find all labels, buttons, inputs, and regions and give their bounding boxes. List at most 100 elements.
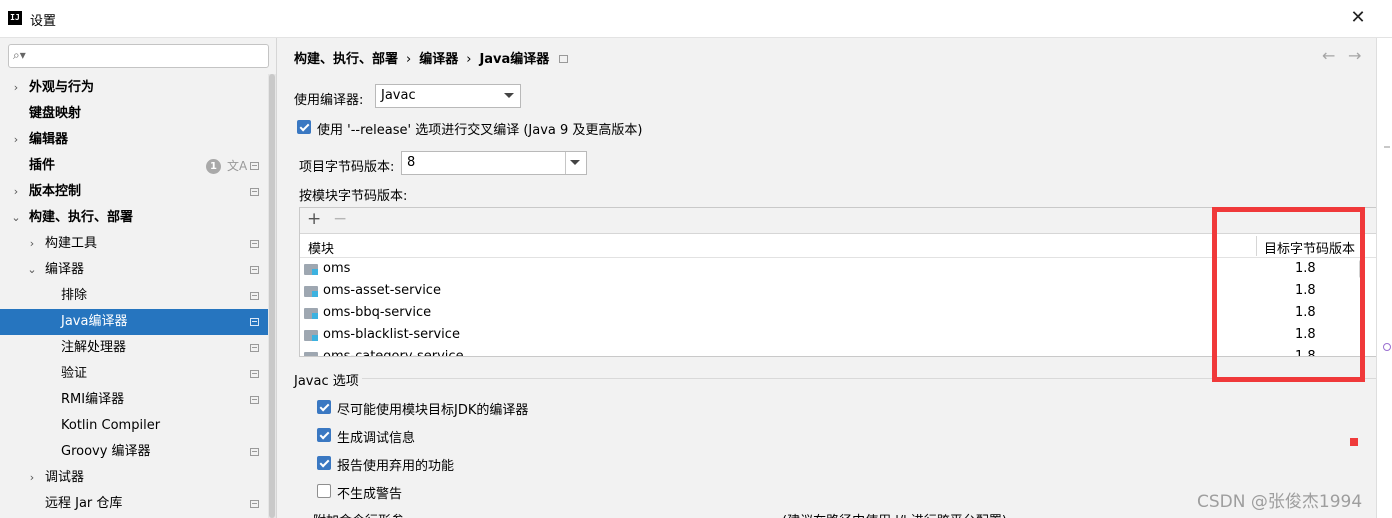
- module-name: oms-category-service: [323, 349, 464, 357]
- javac-section-title: Javac 选项: [294, 374, 359, 389]
- javac-option-checkbox[interactable]: [317, 428, 331, 442]
- javac-option-label: 尽可能使用模块目标JDK的编译器: [337, 403, 529, 418]
- project-bytecode-value: 8: [407, 155, 416, 170]
- release-option-checkbox[interactable]: [297, 120, 311, 134]
- project-bytecode-select[interactable]: 8: [401, 151, 587, 175]
- window-title: 设置: [30, 14, 57, 29]
- sidebar-item-label: 调试器: [45, 470, 85, 485]
- javac-option-checkbox[interactable]: [317, 456, 331, 470]
- sidebar-item-label: 构建工具: [45, 236, 98, 251]
- breadcrumb-separator: ›: [406, 52, 412, 67]
- sidebar-item[interactable]: ⌄ 构建、执行、部署: [0, 205, 268, 231]
- module-name: oms-blacklist-service: [323, 327, 460, 342]
- settings-sidebar: ⌕▾ › 外观与行为 键盘映射 › 编辑器 插件 1 文A › 版本控制 ⌄ 构建、执行、部署 › 构建工…: [0, 38, 277, 518]
- sidebar-item-label: RMI编译器: [61, 392, 125, 407]
- sidebar-item[interactable]: › 构建工具: [0, 231, 268, 257]
- annotation-highlight-box: [1212, 207, 1365, 382]
- sidebar-item[interactable]: 注解处理器: [0, 335, 268, 361]
- chevron-down-icon[interactable]: ⌄: [26, 257, 38, 283]
- remove-module-button[interactable]: −: [333, 209, 347, 229]
- javac-option-checkbox[interactable]: [317, 400, 331, 414]
- module-folder-icon: [304, 352, 318, 356]
- sidebar-item[interactable]: 插件 1 文A: [0, 153, 268, 179]
- module-name: oms: [323, 261, 351, 276]
- back-arrow-icon[interactable]: ←: [1322, 46, 1335, 65]
- sidebar-scrollbar-thumb[interactable]: [269, 74, 275, 518]
- project-scope-icon: [250, 318, 259, 326]
- sidebar-item[interactable]: Groovy 编译器: [0, 439, 268, 465]
- chevron-down-icon: [570, 160, 580, 165]
- combo-divider: [565, 152, 566, 174]
- settings-search-input[interactable]: [33, 47, 263, 65]
- sidebar-item-label: 排除: [61, 288, 88, 303]
- javac-option-label: 不生成警告: [337, 487, 403, 502]
- sidebar-item-label: 插件: [29, 158, 56, 173]
- project-scope-icon: [559, 55, 569, 63]
- breadcrumb-item[interactable]: 编译器: [419, 52, 458, 67]
- settings-tree: › 外观与行为 键盘映射 › 编辑器 插件 1 文A › 版本控制 ⌄ 构建、执行、部署 › 构建工具 ⌄ 编…: [0, 75, 268, 517]
- gutter-marker: [1384, 146, 1390, 148]
- forward-arrow-icon[interactable]: →: [1348, 46, 1361, 65]
- sidebar-item[interactable]: › 版本控制: [0, 179, 268, 205]
- sidebar-item[interactable]: › 编辑器: [0, 127, 268, 153]
- chevron-right-icon[interactable]: ›: [10, 75, 22, 101]
- column-header-module[interactable]: 模块: [308, 238, 334, 257]
- compiler-select[interactable]: Javac: [375, 84, 521, 108]
- compiler-select-value: Javac: [381, 88, 416, 103]
- sidebar-item[interactable]: Java编译器: [0, 309, 268, 335]
- sidebar-item[interactable]: RMI编译器: [0, 387, 268, 413]
- sidebar-item[interactable]: 验证: [0, 361, 268, 387]
- extra-args-hint: (建议在路径中使用 '/' 进行跨平台配置): [782, 510, 1007, 518]
- breadcrumb-separator: ›: [466, 52, 472, 67]
- module-name: oms-asset-service: [323, 283, 441, 298]
- right-edge-gutter: [1376, 38, 1392, 518]
- project-scope-icon: [250, 292, 259, 300]
- javac-option-label: 生成调试信息: [337, 431, 416, 446]
- sidebar-item-label: 外观与行为: [29, 80, 95, 95]
- sidebar-item[interactable]: ⌄ 编译器: [0, 257, 268, 283]
- module-folder-icon: [304, 264, 318, 275]
- breadcrumb-current: Java编译器: [479, 52, 550, 67]
- project-scope-icon: [250, 344, 259, 352]
- sidebar-item-label: 注解处理器: [61, 340, 127, 355]
- table-row[interactable]: oms-category-service 1.8: [300, 347, 1358, 357]
- per-module-label: 按模块字节码版本:: [299, 189, 408, 204]
- sidebar-item[interactable]: › 外观与行为: [0, 75, 268, 101]
- chevron-down-icon: [504, 93, 514, 98]
- javac-option-label: 报告使用弃用的功能: [337, 459, 455, 474]
- sidebar-item-label: 远程 Jar 仓库: [45, 496, 123, 511]
- table-row[interactable]: oms-asset-service 1.8: [300, 281, 1358, 303]
- sidebar-item[interactable]: › 调试器: [0, 465, 268, 491]
- project-scope-icon: [250, 448, 259, 456]
- title-bar: IJ 设置 ✕: [0, 0, 1392, 38]
- table-row[interactable]: oms 1.8: [300, 259, 1358, 281]
- sidebar-item[interactable]: Kotlin Compiler: [0, 413, 268, 439]
- close-button[interactable]: ✕: [1346, 7, 1370, 31]
- project-scope-icon: [250, 396, 259, 404]
- gutter-dot-icon: [1383, 343, 1391, 351]
- translate-icon: 文A: [227, 159, 248, 173]
- table-row[interactable]: oms-blacklist-service 1.8: [300, 325, 1358, 347]
- settings-search-box[interactable]: ⌕▾: [8, 44, 269, 68]
- breadcrumb-item[interactable]: 构建、执行、部署: [294, 52, 398, 67]
- chevron-right-icon[interactable]: ›: [26, 465, 38, 491]
- sidebar-item-label: 编译器: [45, 262, 85, 277]
- module-folder-icon: [304, 330, 318, 341]
- chevron-right-icon[interactable]: ›: [10, 127, 22, 153]
- chevron-right-icon[interactable]: ›: [26, 231, 38, 257]
- add-module-button[interactable]: +: [307, 209, 321, 229]
- chevron-down-icon[interactable]: ⌄: [10, 205, 22, 231]
- sidebar-item[interactable]: 键盘映射: [0, 101, 268, 127]
- sidebar-item[interactable]: 远程 Jar 仓库: [0, 491, 268, 517]
- project-bytecode-label: 项目字节码版本:: [299, 160, 395, 175]
- table-row[interactable]: oms-bbq-service 1.8: [300, 303, 1358, 325]
- project-scope-icon: [250, 266, 259, 274]
- chevron-right-icon[interactable]: ›: [10, 179, 22, 205]
- breadcrumb: 构建、执行、部署 › 编译器 › Java编译器: [294, 48, 569, 67]
- module-name: oms-bbq-service: [323, 305, 432, 320]
- sidebar-scrollbar[interactable]: [268, 74, 276, 518]
- compiler-label: 使用编译器:: [294, 93, 364, 108]
- javac-option-checkbox[interactable]: [317, 484, 331, 498]
- sidebar-item[interactable]: 排除: [0, 283, 268, 309]
- sidebar-item-label: 版本控制: [29, 184, 82, 199]
